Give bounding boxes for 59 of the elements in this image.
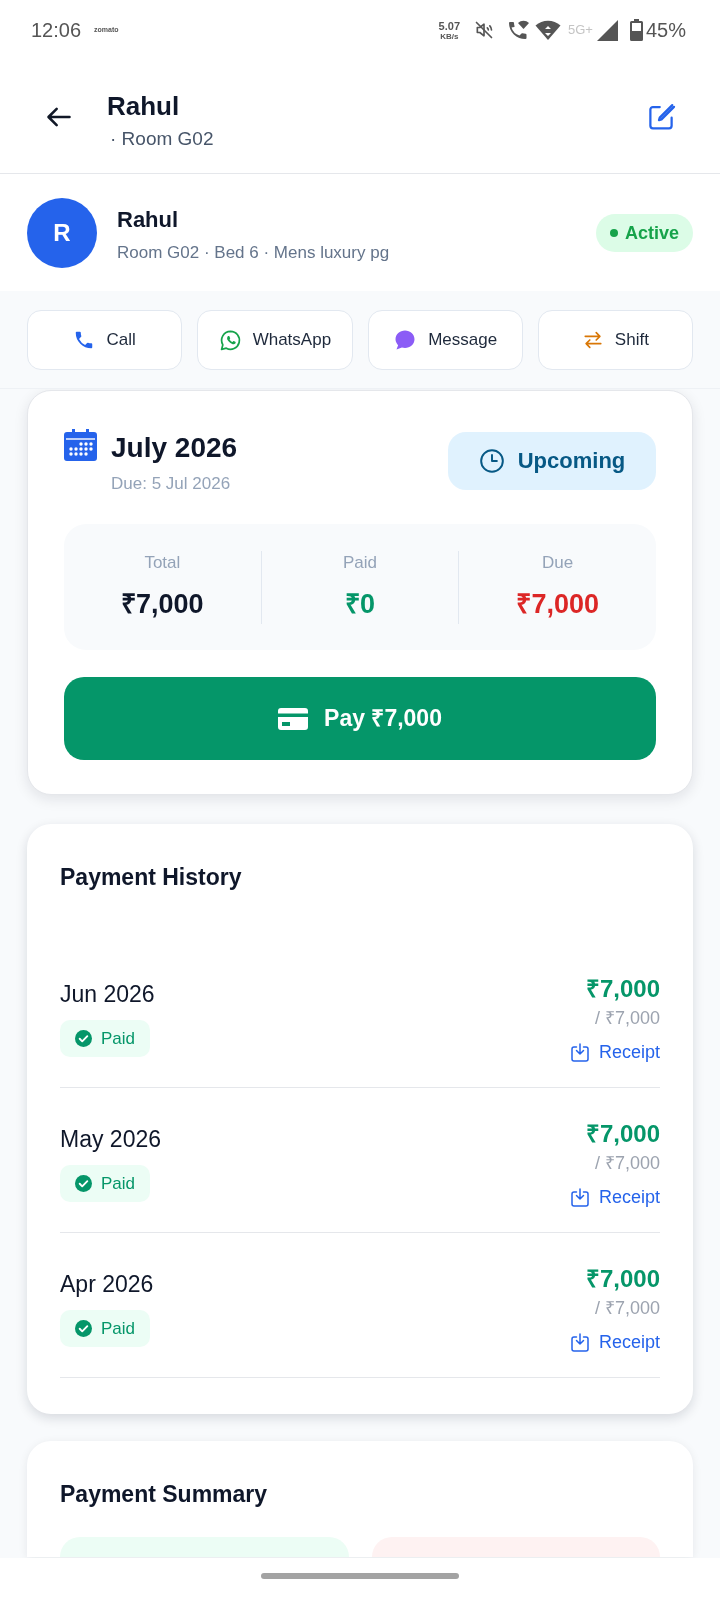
edit-icon (646, 101, 676, 132)
month-title: July 2026 (111, 431, 238, 465)
calendar-icon (64, 429, 97, 461)
battery-icon (629, 19, 643, 41)
status-label: Paid (101, 1028, 136, 1049)
download-icon (570, 1332, 589, 1352)
section-title: Payment History (60, 863, 243, 891)
amount-total: / ₹7,000 (594, 1297, 660, 1320)
section-title: Payment Summary (60, 1480, 269, 1508)
due-date: Due: 5 Jul 2026 (111, 473, 232, 495)
stat-value: ₹7,000 (516, 588, 599, 621)
pay-button[interactable]: Pay ₹7,000 (64, 677, 656, 760)
page-title: Rahul (107, 90, 181, 122)
speed-unit: KB/s (440, 31, 459, 41)
status-label: Active (624, 221, 679, 244)
phone-wifi-icon (506, 18, 531, 42)
chat-phone-icon (218, 328, 242, 352)
tenant-name: Rahul (117, 206, 180, 234)
month-label: Apr 2026 (60, 1270, 154, 1298)
signal-icon (596, 19, 618, 41)
stat-value: ₹0 (345, 588, 375, 621)
mute-icon (474, 20, 495, 40)
status-label: Paid (101, 1318, 136, 1339)
download-icon (570, 1042, 589, 1062)
stat-label: Total (144, 553, 181, 573)
action-button[interactable]: Message (367, 310, 523, 370)
receipt-link[interactable]: Receipt (570, 1327, 660, 1357)
check-circle-icon (75, 1175, 92, 1192)
download-icon (570, 1187, 589, 1207)
check-circle-icon (75, 1320, 92, 1337)
credit-card-icon (278, 707, 309, 730)
action-button[interactable]: Shift (537, 310, 693, 370)
action-button[interactable]: Call (27, 310, 183, 370)
month-label: May 2026 (60, 1125, 161, 1153)
amount-paid: ₹7,000 (585, 1265, 660, 1293)
stat-label: Due (542, 553, 574, 573)
stat-label: Paid (343, 553, 377, 573)
wifi-icon (535, 19, 562, 41)
network-type: 5G+ (568, 22, 593, 38)
status-time: 12:06 (31, 18, 82, 42)
amount-paid: ₹7,000 (585, 1120, 660, 1148)
action-button[interactable]: WhatsApp (197, 310, 353, 370)
amount-total: / ₹7,000 (594, 1152, 660, 1175)
receipt-link[interactable]: Receipt (570, 1182, 660, 1212)
battery-level: 45% (645, 18, 686, 42)
check-circle-icon (75, 1030, 92, 1047)
avatar: R (27, 197, 97, 268)
amount-paid: ₹7,000 (585, 975, 660, 1003)
clock-icon (478, 448, 505, 474)
amount-total: / ₹7,000 (594, 1007, 660, 1030)
status-label: Upcoming (517, 448, 626, 474)
tenant-details: Room G02 · Bed 6 · Mens luxury pg (117, 242, 390, 264)
month-label: Jun 2026 (60, 980, 155, 1008)
page-subtitle: · Room G02 (110, 127, 214, 151)
receipt-link[interactable]: Receipt (570, 1037, 660, 1067)
status-label: Paid (101, 1173, 136, 1194)
stat-value: ₹7,000 (121, 588, 204, 621)
network-speed: 5.07 (438, 19, 461, 32)
swap-arrows-icon (581, 329, 604, 351)
